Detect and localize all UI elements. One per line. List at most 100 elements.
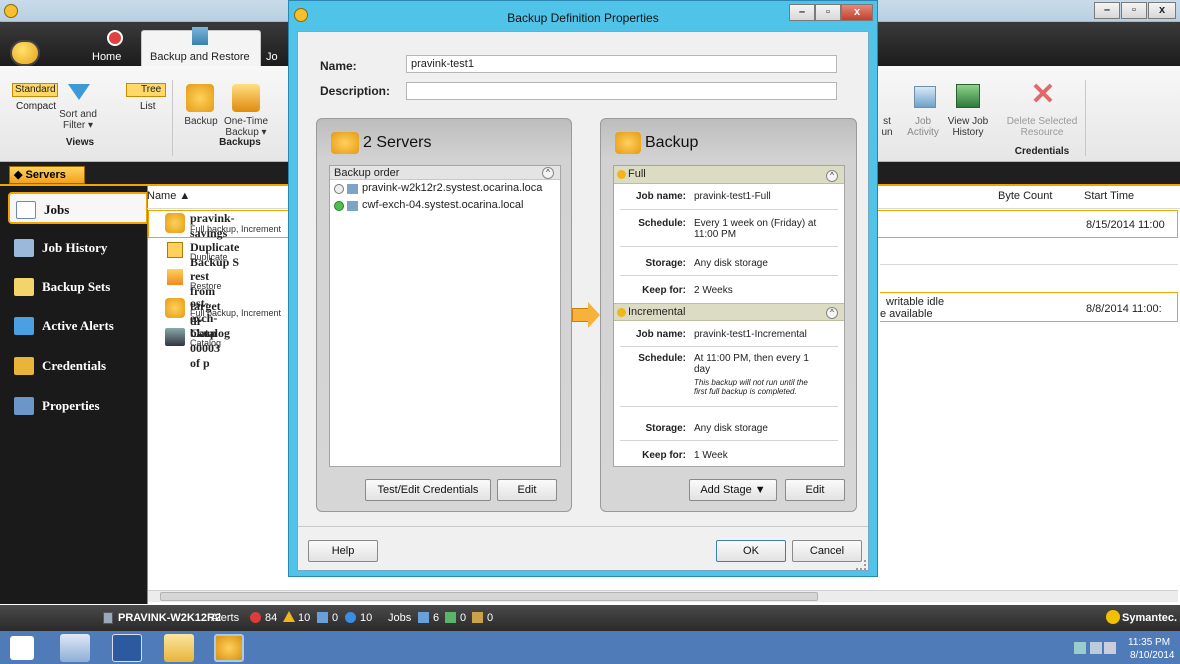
incr-job-label: Job name: — [635, 329, 686, 340]
add-stage-button[interactable]: Add Stage ▼ — [689, 479, 777, 501]
server-icon — [347, 201, 358, 211]
app-menu-button[interactable] — [10, 40, 40, 66]
incr-schedule-1: At 11:00 PM, then every 1 — [694, 353, 809, 364]
dialog-close-icon[interactable]: x — [841, 4, 873, 21]
server-manager-icon[interactable] — [60, 634, 90, 662]
list-view-button[interactable]: List — [140, 101, 156, 112]
server-item[interactable]: pravink-w2k12r2.systest.ocarina.loca — [332, 182, 560, 197]
stage-full-header[interactable]: Full — [614, 166, 844, 184]
file-explorer-icon[interactable] — [164, 634, 194, 662]
test-edit-credentials-button[interactable]: Test/Edit Credentials — [365, 479, 491, 501]
backup-icon — [165, 213, 185, 233]
view-job-history-label-2[interactable]: History — [944, 127, 992, 138]
backup-button-label[interactable]: Backup — [181, 116, 221, 127]
compact-label: Compact — [16, 101, 57, 112]
dialog-minimize-icon[interactable]: – — [789, 4, 815, 21]
powershell-icon[interactable] — [112, 634, 142, 662]
sort-label[interactable]: Sort and — [56, 109, 100, 120]
backup-exec-taskbar-icon[interactable] — [214, 634, 244, 662]
jobs-count-scheduled: 0 — [460, 612, 467, 624]
collapse-icon[interactable]: ^ — [542, 167, 554, 179]
selected-row-highlight — [880, 292, 1178, 322]
resize-grip-icon[interactable] — [856, 560, 866, 570]
tab-home[interactable]: Home — [92, 51, 121, 63]
incr-keep-label: Keep for: — [642, 450, 686, 461]
servers-back-button[interactable]: ◆ Servers — [9, 166, 85, 184]
sidebar-item-credentials[interactable]: Credentials — [8, 350, 142, 382]
clock-date[interactable]: 8/10/2014 — [1130, 650, 1175, 661]
clock-time[interactable]: 11:35 PM — [1128, 637, 1170, 648]
tree-view-button[interactable]: Tree — [126, 83, 166, 97]
filter-label[interactable]: Filter ▾ — [56, 120, 100, 131]
divider — [298, 526, 868, 527]
server-list[interactable]: Backup order ^ pravink-w2k12r2.systest.o… — [329, 165, 561, 467]
description-field[interactable] — [406, 82, 837, 100]
backup-icon — [615, 132, 641, 154]
active-alerts-icon — [14, 317, 34, 335]
ok-button[interactable]: OK — [716, 540, 786, 562]
sidebar-item-job-history[interactable]: Job History — [8, 232, 142, 264]
servers-icon — [331, 132, 359, 154]
standard-view-button[interactable]: Standard — [12, 83, 58, 97]
collapse-icon[interactable]: ^ — [826, 170, 838, 182]
backup-sets-icon — [14, 278, 34, 296]
name-label: Name: — [320, 59, 357, 73]
column-header-byte-count[interactable]: Byte Count — [998, 190, 1052, 210]
tray-flag-icon[interactable] — [1074, 642, 1086, 654]
sidebar-item-backup-sets[interactable]: Backup Sets — [8, 271, 142, 303]
one-time-label[interactable]: One-Time — [222, 116, 270, 127]
standard-label: Standard — [15, 84, 56, 95]
list-label: List — [140, 101, 156, 112]
radio-unselected-icon[interactable] — [334, 184, 344, 194]
incremental-stage-icon — [617, 308, 626, 317]
row-subtitle: Restore — [190, 281, 222, 291]
tray-network-icon[interactable] — [1090, 642, 1102, 654]
delete-selected-label-2[interactable]: Resource — [1000, 127, 1084, 138]
views-group-title: Views — [65, 137, 95, 148]
sidebar-item-active-alerts[interactable]: Active Alerts — [8, 310, 142, 342]
column-header-start-time[interactable]: Start Time — [1084, 190, 1134, 210]
maximize-icon[interactable]: ▫ — [1121, 2, 1147, 19]
incr-storage: Any disk storage — [694, 423, 768, 434]
full-storage: Any disk storage — [694, 258, 768, 269]
server-name: pravink-w2k12r2.systest.ocarina.loca — [362, 182, 543, 194]
scrollbar-thumb[interactable] — [160, 592, 818, 601]
job-activity-label[interactable]: Job — [900, 116, 946, 127]
servers-label: Servers — [25, 169, 66, 181]
collapse-icon[interactable]: ^ — [826, 307, 838, 319]
sidebar-item-properties[interactable]: Properties — [8, 390, 142, 422]
name-field[interactable]: pravink-test1 — [406, 55, 837, 73]
tree-label: Tree — [141, 84, 162, 95]
close-icon[interactable]: x — [1148, 2, 1176, 19]
help-button[interactable]: Help — [308, 540, 378, 562]
view-job-history-label[interactable]: View Job — [944, 116, 992, 127]
tab-backup-and-restore[interactable]: Backup and Restore — [150, 51, 250, 63]
status-server-name[interactable]: PRAVINK-W2K12R2 — [118, 612, 221, 624]
symantec-logo — [1106, 610, 1120, 624]
column-header-name[interactable]: Name ▲ — [147, 190, 190, 210]
sidebar-jobs-label: Jobs — [44, 202, 70, 217]
sidebar-credentials-label: Credentials — [42, 358, 107, 373]
backup-edit-button[interactable]: Edit — [785, 479, 845, 501]
stage-incremental-header[interactable]: Incremental — [614, 303, 844, 321]
minimize-icon[interactable]: – — [1094, 2, 1120, 19]
alert-count-info: 10 — [360, 612, 373, 624]
radio-selected-icon[interactable] — [334, 201, 344, 211]
cancel-button[interactable]: Cancel — [792, 540, 862, 562]
divider — [620, 209, 838, 210]
tab-jobs[interactable]: Jo — [266, 51, 278, 63]
delete-selected-label[interactable]: Delete Selected — [1000, 116, 1084, 127]
job-activity-label-2[interactable]: Activity — [900, 127, 946, 138]
sidebar-item-jobs[interactable]: Jobs — [8, 192, 148, 224]
server-item[interactable]: cwf-exch-04.systest.ocarina.local — [332, 199, 560, 214]
status-alerts-label[interactable]: Alerts — [211, 612, 239, 624]
incr-note-1: This backup will not run until the — [694, 378, 808, 387]
windows-start-icon[interactable] — [10, 636, 34, 660]
compact-view-button[interactable]: Compact — [16, 101, 56, 112]
status-jobs-label[interactable]: Jobs — [388, 612, 411, 624]
tray-volume-icon[interactable] — [1104, 642, 1116, 654]
error-icon — [250, 612, 261, 623]
dialog-maximize-icon[interactable]: ▫ — [815, 4, 841, 21]
servers-edit-button[interactable]: Edit — [497, 479, 557, 501]
dialog-body: Name: pravink-test1 Description: 2 Serve… — [297, 31, 869, 571]
